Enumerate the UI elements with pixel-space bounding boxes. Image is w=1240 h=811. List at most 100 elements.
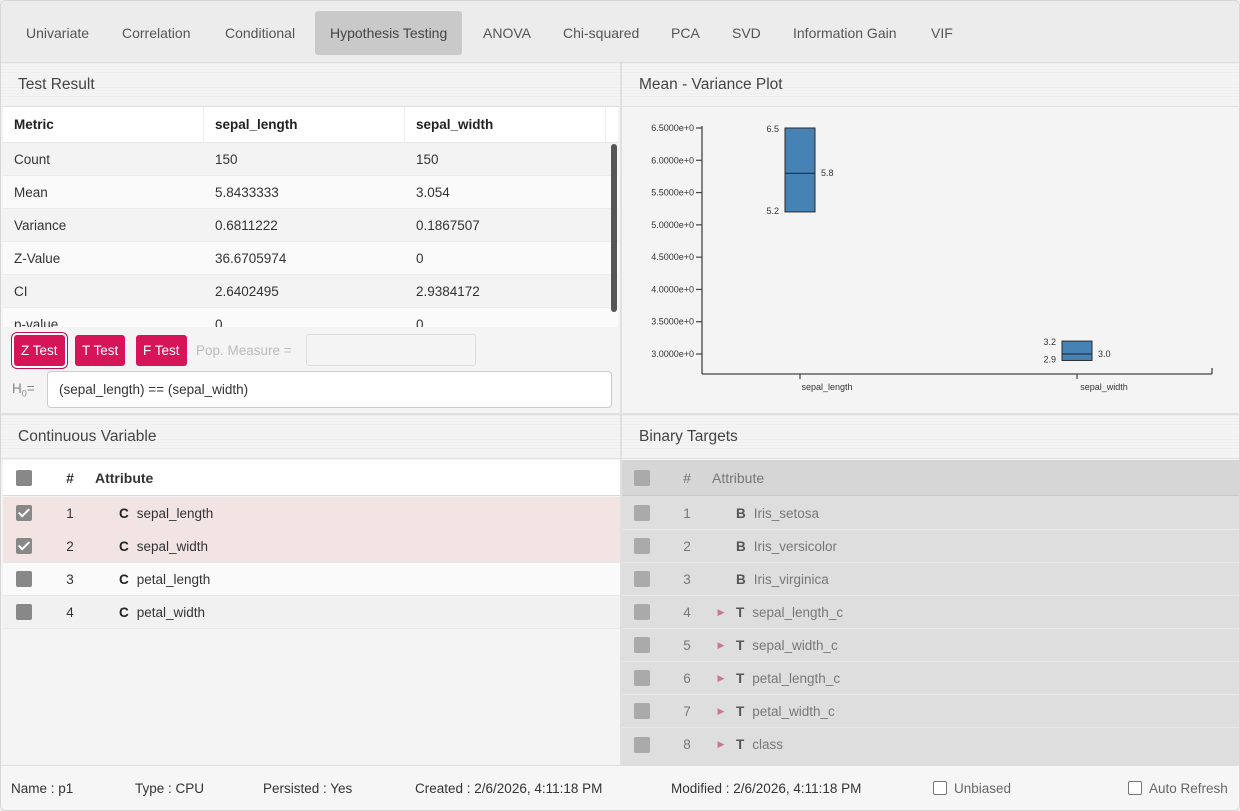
- expand-caret-icon[interactable]: ▶: [712, 607, 730, 618]
- select-all-checkbox[interactable]: [16, 469, 32, 486]
- null-hypothesis-input[interactable]: (sepal_length) == (sepal_width): [47, 371, 612, 408]
- pop-measure-input[interactable]: [306, 334, 476, 366]
- h-letter: H: [12, 381, 22, 396]
- attribute-name: sepal_length: [136, 505, 214, 521]
- row-number: 7: [683, 703, 691, 719]
- result-table-scrollbar[interactable]: [611, 144, 617, 312]
- list-item[interactable]: 2 Csepal_width: [3, 530, 620, 563]
- value-cell: 2.9384172: [416, 284, 480, 299]
- value-cell: 0: [215, 317, 223, 327]
- attribute-cell: B Iris_versicolor: [730, 539, 837, 554]
- row-number: 3: [683, 571, 691, 587]
- tab-hypothesis-testing[interactable]: Hypothesis Testing: [315, 11, 463, 55]
- list-item[interactable]: 3 Cpetal_length: [3, 563, 620, 596]
- tab-information-gain[interactable]: Information Gain: [778, 11, 912, 55]
- high-value-label: 3.2: [1043, 337, 1056, 347]
- tab-vif[interactable]: VIF: [916, 11, 968, 55]
- row-checkbox[interactable]: [16, 538, 32, 554]
- list-item[interactable]: 5 ▶ Tsepal_width_c: [622, 629, 1239, 662]
- row-checkbox[interactable]: [634, 505, 650, 521]
- list-item[interactable]: 7 ▶ Tpetal_width_c: [622, 695, 1239, 728]
- row-number: 2: [66, 538, 74, 554]
- tab-chi-squared[interactable]: Chi-squared: [548, 11, 654, 55]
- h-equals: =: [26, 381, 35, 396]
- row-checkbox[interactable]: [634, 736, 650, 753]
- f-test-button[interactable]: F Test: [136, 335, 187, 366]
- unbiased-checkbox[interactable]: [933, 781, 947, 795]
- expand-caret-icon[interactable]: ▶: [712, 706, 730, 717]
- attribute-cell: Cpetal_width: [95, 605, 205, 620]
- row-checkbox[interactable]: [634, 538, 650, 554]
- auto-refresh-toggle[interactable]: Auto Refresh: [1128, 781, 1228, 796]
- checkbox-cell: [622, 505, 662, 521]
- expand-caret-icon[interactable]: ▶: [712, 673, 730, 684]
- tab-correlation[interactable]: Correlation: [107, 11, 205, 55]
- checkbox-cell: [3, 505, 45, 521]
- list-item[interactable]: 4 ▶ Tsepal_length_c: [622, 596, 1239, 629]
- row-number: 1: [66, 505, 74, 521]
- t-test-button[interactable]: T Test: [75, 335, 126, 366]
- mean-value-label: 5.8: [821, 168, 834, 178]
- expand-caret-icon[interactable]: ▶: [712, 739, 730, 750]
- type-letter: T: [736, 604, 745, 620]
- list-item[interactable]: 1 B Iris_setosa: [622, 497, 1239, 530]
- checkbox-cell: [622, 736, 662, 753]
- list-item[interactable]: 4 Cpetal_width: [3, 596, 620, 629]
- select-all-checkbox[interactable]: [634, 469, 650, 486]
- table-row: Mean 5.8433333 3.054: [3, 176, 618, 209]
- footer-created: Created : 2/6/2026, 4:11:18 PM: [415, 781, 603, 796]
- unbiased-toggle[interactable]: Unbiased: [933, 781, 1011, 796]
- column-header-metric[interactable]: Metric: [3, 107, 204, 142]
- status-footer: Name : p1 Type : CPU Persisted : Yes Cre…: [1, 765, 1239, 810]
- continuous-header-row: # Attribute: [3, 460, 620, 496]
- attribute-cell: B Iris_virginica: [730, 572, 829, 587]
- footer-persisted: Persisted : Yes: [263, 781, 353, 796]
- attribute-name: Iris_virginica: [753, 571, 829, 587]
- list-item[interactable]: 8 ▶ Tclass: [622, 728, 1239, 761]
- row-checkbox[interactable]: [16, 604, 32, 620]
- row-checkbox[interactable]: [634, 571, 650, 587]
- y-tick-label: 5.0000e+0: [651, 220, 694, 230]
- tab-pca[interactable]: PCA: [656, 11, 715, 55]
- type-letter: T: [736, 703, 745, 719]
- list-item[interactable]: 6 ▶ Tpetal_length_c: [622, 662, 1239, 695]
- list-item[interactable]: 3 B Iris_virginica: [622, 563, 1239, 596]
- z-test-button[interactable]: Z Test: [12, 333, 67, 368]
- row-checkbox[interactable]: [16, 505, 32, 521]
- checkbox-cell: [622, 703, 662, 719]
- row-number: 1: [683, 505, 691, 521]
- checkbox-cell: [3, 571, 45, 587]
- y-tick-label: 4.5000e+0: [651, 252, 694, 262]
- footer-modified: Modified : 2/6/2026, 4:11:18 PM: [671, 781, 862, 796]
- type-letter: C: [119, 571, 129, 587]
- type-letter: B: [736, 571, 746, 587]
- list-item[interactable]: 1 Csepal_length: [3, 497, 620, 530]
- unbiased-label: Unbiased: [954, 781, 1012, 796]
- row-checkbox[interactable]: [634, 670, 650, 686]
- tab-conditional[interactable]: Conditional: [210, 11, 310, 55]
- row-checkbox[interactable]: [634, 604, 650, 620]
- tab-svd[interactable]: SVD: [717, 11, 776, 55]
- tab-anova[interactable]: ANOVA: [468, 11, 546, 55]
- row-checkbox[interactable]: [16, 571, 32, 587]
- list-item[interactable]: 2 B Iris_versicolor: [622, 530, 1239, 563]
- row-checkbox[interactable]: [634, 703, 650, 719]
- x-tick-label: sepal_width: [1080, 382, 1128, 392]
- column-header-sepal-length[interactable]: sepal_length: [204, 107, 405, 142]
- attribute-name: class: [752, 737, 784, 752]
- attribute-name: petal_length: [136, 571, 211, 587]
- test-result-body: Count 150 150 Mean 5.8433333 3.054 Varia…: [3, 143, 618, 327]
- attribute-name: petal_width: [136, 604, 206, 620]
- tab-univariate[interactable]: Univariate: [11, 11, 104, 55]
- y-tick-label: 4.0000e+0: [651, 284, 694, 294]
- table-row: CI 2.6402495 2.9384172: [3, 275, 618, 308]
- column-header-sepal-width[interactable]: sepal_width: [405, 107, 606, 142]
- row-checkbox[interactable]: [634, 637, 650, 653]
- value-cell: 5.8433333: [215, 185, 279, 200]
- mean-variance-title: Mean - Variance Plot: [622, 63, 1239, 107]
- mean-value-label: 3.0: [1098, 349, 1111, 359]
- checkbox-cell: [3, 538, 45, 554]
- auto-refresh-checkbox[interactable]: [1128, 781, 1142, 795]
- expand-caret-icon[interactable]: ▶: [712, 640, 730, 651]
- footer-name: Name : p1: [11, 781, 74, 796]
